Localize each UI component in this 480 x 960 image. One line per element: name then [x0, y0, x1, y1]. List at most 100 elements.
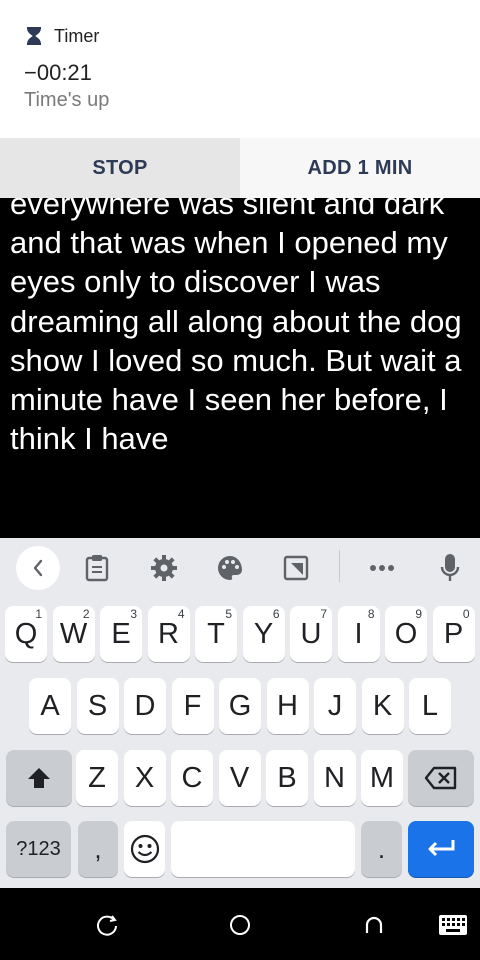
key-q-hint: 1: [35, 607, 42, 621]
key-d-label: D: [134, 689, 156, 722]
comma-key[interactable]: ,: [78, 821, 118, 877]
home-icon[interactable]: [225, 910, 255, 940]
key-r[interactable]: R4: [147, 606, 190, 662]
key-d[interactable]: D: [124, 678, 166, 734]
shift-icon: [28, 768, 50, 788]
key-n-label: N: [324, 761, 345, 794]
add-minute-button[interactable]: ADD 1 MIN: [240, 138, 480, 198]
key-w-hint: 2: [82, 607, 90, 621]
key-n[interactable]: N: [313, 750, 356, 806]
space-bar[interactable]: [171, 821, 355, 877]
key-y[interactable]: Y6: [242, 606, 285, 662]
stop-button[interactable]: STOP: [0, 138, 240, 198]
resize-icon[interactable]: [274, 546, 318, 590]
keyboard-toolbar: [0, 538, 480, 596]
period-key[interactable]: .: [361, 821, 402, 877]
key-m-label: M: [369, 761, 395, 794]
key-j-label: J: [327, 689, 343, 722]
backspace-key[interactable]: [408, 750, 474, 806]
key-f[interactable]: F: [171, 678, 214, 734]
key-e-hint: 3: [130, 607, 137, 621]
key-t-hint: 5: [225, 607, 232, 621]
key-h-label: H: [277, 689, 298, 722]
navigation-bar: [0, 888, 480, 960]
backspace-icon: [424, 766, 457, 790]
key-i-label: I: [354, 617, 363, 650]
key-e-label: E: [111, 617, 131, 650]
key-t[interactable]: T5: [195, 606, 237, 662]
key-k[interactable]: K: [361, 678, 404, 734]
timer-status: Time's up: [24, 89, 110, 111]
emoji-key[interactable]: [124, 821, 165, 877]
timer-notification[interactable]: Timer −00:21 Time's up STOP ADD 1 MIN: [0, 0, 480, 198]
key-w[interactable]: W2: [52, 606, 95, 662]
gear-icon[interactable]: [142, 546, 186, 590]
key-o-hint: 9: [415, 607, 422, 621]
key-s[interactable]: S: [76, 678, 119, 734]
back-icon[interactable]: [359, 910, 389, 940]
key-v[interactable]: V: [218, 750, 261, 806]
chevron-left-icon[interactable]: [16, 546, 60, 590]
key-o-label: O: [394, 617, 418, 650]
key-a[interactable]: A: [29, 678, 71, 734]
key-g[interactable]: G: [219, 678, 261, 734]
emoji-icon: [130, 834, 159, 864]
symbols-key-label: ?123: [16, 837, 61, 860]
comma-key-label: ,: [94, 833, 102, 864]
key-j[interactable]: J: [314, 678, 356, 734]
symbols-key[interactable]: ?123: [6, 821, 71, 877]
key-c-label: C: [181, 761, 203, 794]
key-e[interactable]: E3: [100, 606, 142, 662]
key-z[interactable]: Z: [76, 750, 118, 806]
key-p[interactable]: P0: [432, 606, 475, 662]
key-b[interactable]: B: [266, 750, 308, 806]
key-g-label: G: [228, 689, 252, 722]
key-r-hint: 4: [177, 607, 185, 621]
key-x[interactable]: X: [123, 750, 166, 806]
key-r-label: R: [158, 617, 179, 650]
keyboard-icon[interactable]: [438, 910, 468, 940]
key-h[interactable]: H: [266, 678, 309, 734]
key-l-label: L: [421, 689, 439, 722]
key-i-hint: 8: [367, 607, 375, 621]
palette-icon[interactable]: [208, 546, 252, 590]
notification-actions: STOP ADD 1 MIN: [0, 138, 480, 198]
timer-value: −00:21: [24, 60, 92, 85]
key-u-hint: 7: [320, 607, 327, 621]
key-l[interactable]: L: [409, 678, 451, 734]
key-c[interactable]: C: [171, 750, 213, 806]
key-z-label: Z: [88, 761, 106, 794]
period-key-label: .: [377, 833, 386, 864]
shift-key[interactable]: [6, 750, 72, 806]
key-u-label: U: [300, 617, 322, 650]
key-u[interactable]: U7: [290, 606, 332, 662]
hourglass-icon: [26, 27, 42, 45]
key-p-label: P: [443, 617, 464, 650]
app-name: Timer: [54, 25, 100, 46]
notification-header: Timer: [26, 24, 99, 48]
toolbar-divider: [339, 550, 340, 582]
key-m[interactable]: M: [361, 750, 403, 806]
key-a-label: A: [40, 689, 60, 722]
keyboard: Q 1 W 2 E 3 R 4 T 5 Y 6 U 7 I 8 O 9 P 0 A S D F G H J K L Z X C V B N M ?123…: [0, 538, 480, 888]
key-i[interactable]: I8: [337, 606, 380, 662]
key-f-label: F: [183, 689, 202, 722]
editor-text[interactable]: everywhere was silent and dark and that …: [10, 198, 476, 458]
more-icon[interactable]: [360, 546, 404, 590]
key-w-label: W: [59, 617, 88, 650]
key-p-hint: 0: [462, 607, 470, 621]
key-q-label: Q: [14, 617, 38, 650]
enter-icon: [428, 840, 455, 857]
key-q[interactable]: Q1: [5, 606, 47, 662]
enter-key[interactable]: [408, 821, 474, 877]
key-b-label: B: [277, 761, 297, 794]
key-k-label: K: [372, 689, 393, 722]
clipboard-icon[interactable]: [75, 546, 119, 590]
key-v-label: V: [229, 761, 250, 794]
rotate-icon[interactable]: [92, 910, 122, 940]
text-editor[interactable]: everywhere was silent and dark and that …: [0, 198, 480, 538]
microphone-icon[interactable]: [428, 546, 472, 590]
key-o[interactable]: O9: [385, 606, 427, 662]
key-t-label: T: [207, 617, 225, 650]
key-s-label: S: [87, 689, 108, 722]
